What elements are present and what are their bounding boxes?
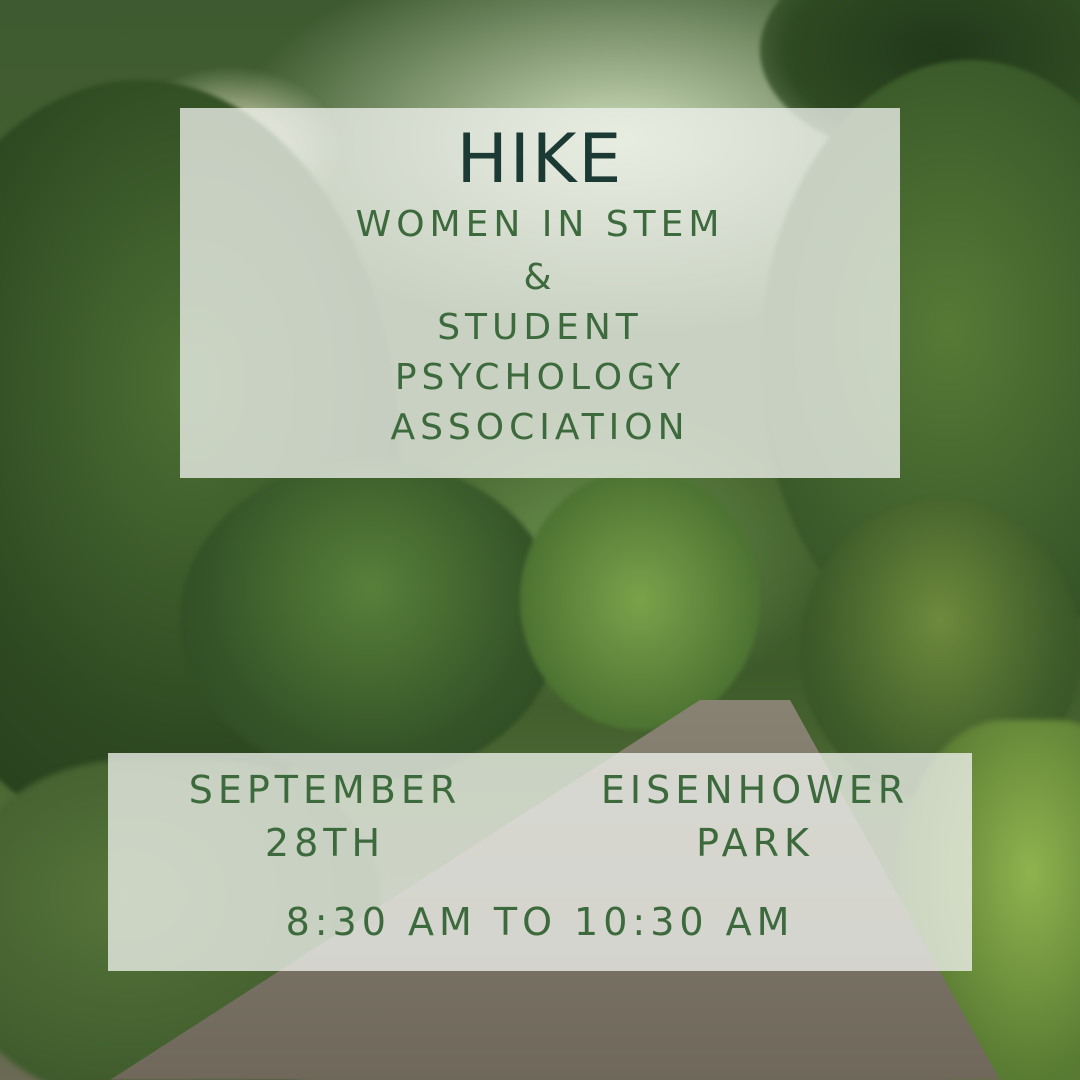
organizer-ampersand: & [523, 257, 557, 298]
bushes-left [180, 460, 560, 780]
event-date: SEPTEMBER 28TH [140, 764, 510, 870]
organizer-line-4: PSYCHOLOGY [394, 357, 686, 398]
bushes-center [520, 470, 760, 730]
organizer-line-5: ASSOCIATION [390, 407, 690, 448]
date-month: SEPTEMBER [188, 768, 462, 812]
location-name: EISENHOWER [600, 768, 910, 812]
event-location: EISENHOWER PARK [560, 764, 950, 870]
date-day: 28TH [264, 821, 386, 866]
event-time: 8:30 AM TO 10:30 AM [285, 900, 795, 944]
event-title: HIKE [456, 120, 624, 199]
organizer-line-3: STUDENT [437, 307, 643, 348]
background-photo: HIKE WOMEN IN STEM & STUDENT PSYCHOLOGY … [0, 0, 1080, 1080]
organizer-line-1: WOMEN IN STEM [355, 204, 725, 245]
location-type: PARK [696, 821, 814, 866]
